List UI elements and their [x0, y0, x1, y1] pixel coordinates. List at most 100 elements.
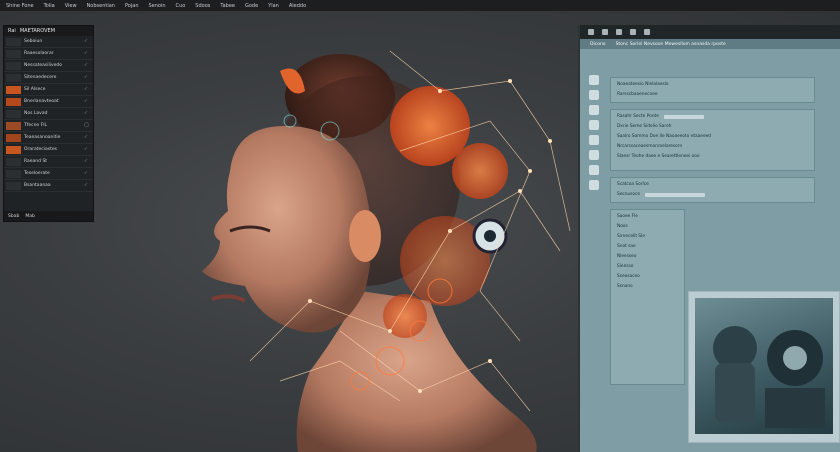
layer-name: Orarateciastes	[24, 147, 57, 152]
menu-item[interactable]: Senoin	[149, 3, 166, 9]
layer-name: Nessateasilivedo	[24, 63, 63, 68]
tab-dicono[interactable]: Dicono	[590, 42, 606, 47]
select-tool-icon[interactable]	[589, 90, 599, 100]
document-canvas[interactable]: Rai MAETAROVEM Seboiun ✓ Raaesolaorar ✓ Ne…	[0, 11, 840, 452]
visibility-icon[interactable]: ✓	[84, 51, 93, 56]
portrait-artwork	[202, 50, 571, 452]
layer-row[interactable]: Raaesolaorar ✓	[4, 48, 93, 60]
layer-row[interactable]: Seboiun ✓	[4, 36, 93, 48]
section-text: Saalro Sommo Doe Ile Naoaeeoto etaaeeed	[617, 134, 711, 139]
visibility-icon[interactable]: ✓	[84, 135, 93, 140]
menu-item[interactable]: Pojan	[125, 3, 139, 9]
layer-thumbnail	[6, 37, 21, 46]
menu-item[interactable]: Cuo	[176, 3, 186, 9]
layer-row[interactable]: Tfecne FIL ◯	[4, 120, 93, 132]
layer-name: Tfecne FIL	[24, 123, 48, 128]
settings-icon[interactable]	[630, 29, 636, 35]
move-tool-icon[interactable]	[589, 75, 599, 85]
layer-name: Teaeasanoanitie	[24, 135, 61, 140]
brush-tool-icon[interactable]	[589, 120, 599, 130]
layers-tab[interactable]: Rai	[8, 28, 16, 34]
close-icon[interactable]	[644, 29, 650, 35]
visibility-icon[interactable]: ✓	[84, 87, 93, 92]
layer-row[interactable]: Sil Alsece ✓	[4, 84, 93, 96]
visibility-icon[interactable]: ✓	[84, 147, 93, 152]
zoom-tool-icon[interactable]	[589, 180, 599, 190]
crop-tool-icon[interactable]	[589, 105, 599, 115]
menu-bar: Shine Fone Tolia View Nobsentian Pojan S…	[0, 0, 840, 11]
value-slider[interactable]	[663, 114, 704, 119]
section-text: Nrcarssaceaesmonroelaresorn	[617, 144, 683, 149]
layer-row[interactable]: Nessateasilivedo ✓	[4, 60, 93, 72]
visibility-icon[interactable]: ✓	[84, 171, 93, 176]
visibility-icon[interactable]: ✓	[84, 39, 93, 44]
menu-item[interactable]: Ylan	[268, 3, 279, 9]
properties-panel: Dicono Stonc Sorlei Nevsoon Mewesllom as…	[578, 25, 840, 452]
preview-thumbnail	[695, 298, 833, 434]
layer-thumbnail	[6, 109, 21, 118]
shape-tool-icon[interactable]	[589, 165, 599, 175]
layers-icon[interactable]	[602, 29, 608, 35]
section-text: Noos	[617, 224, 628, 229]
preview-graphic	[713, 326, 825, 428]
section-text: Rarsscbaaenecnee	[617, 92, 658, 97]
layer-row[interactable]: Sitenaedecere ✓	[4, 72, 93, 84]
layer-row[interactable]: Bnerlanavteoat ✓	[4, 96, 93, 108]
layer-row[interactable]: Teaeasanoanitie ✓	[4, 132, 93, 144]
layer-thumbnail	[6, 97, 21, 106]
visibility-icon[interactable]: ✓	[84, 111, 93, 116]
layer-thumbnail	[6, 157, 21, 166]
section-text: Snot sae	[617, 244, 636, 249]
layer-name: Nos Lavad	[24, 111, 48, 116]
layer-name: Sil Alsece	[24, 87, 46, 92]
brush-icon[interactable]	[616, 29, 622, 35]
section-list: Saoee Fle Noos Sirnecelit Sle Snot sae N…	[610, 209, 685, 385]
footer-button[interactable]: Mab	[25, 214, 35, 219]
panel-tabs: Dicono Stonc Sorlei Nevsoon Mewesllom as…	[580, 39, 840, 49]
panel-toolbar	[580, 25, 840, 39]
section-text: Sseosaceo	[617, 274, 640, 279]
text-tool-icon[interactable]	[589, 150, 599, 160]
value-slider[interactable]	[645, 192, 706, 197]
menu-item[interactable]: Aleddo	[289, 3, 306, 9]
layer-thumbnail	[6, 145, 21, 154]
layer-name: Raaesolaorar	[24, 51, 54, 56]
visibility-icon[interactable]: ✓	[84, 63, 93, 68]
menu-item[interactable]: Nobsentian	[87, 3, 115, 9]
section-adjustments: Rasahr Sectn Ponte Dxrie Seme Sidelio Sa…	[610, 109, 815, 171]
section-header: Noaeateesio Nlelalaeslo Rarsscbaaenecnee	[610, 77, 815, 103]
menu-item[interactable]: View	[65, 3, 77, 9]
layer-name: Seboiun	[24, 39, 43, 44]
grid-icon[interactable]	[588, 29, 594, 35]
menu-item[interactable]: Tabee	[220, 3, 235, 9]
layer-thumbnail	[6, 73, 21, 82]
visibility-icon[interactable]: ✓	[84, 75, 93, 80]
layer-name: Sitenaedecere	[24, 75, 57, 80]
menu-item[interactable]: Shine Fone	[6, 3, 34, 9]
layer-row[interactable]: Orarateciastes ✓	[4, 144, 93, 156]
visibility-icon[interactable]: ◯	[84, 123, 93, 128]
visibility-icon[interactable]: ✓	[84, 99, 93, 104]
menu-item[interactable]: Gode	[245, 3, 258, 9]
layers-panel-footer: Sbab Mab	[4, 211, 93, 221]
layer-row[interactable]: Raeand St ✓	[4, 156, 93, 168]
section-text: Dxrie Seme Sidelio Sareh	[617, 124, 672, 129]
layer-row[interactable]: Bsantaanaa ✓	[4, 180, 93, 192]
section-text: Noaeateesio Nlelalaeslo	[617, 82, 669, 87]
eraser-tool-icon[interactable]	[589, 135, 599, 145]
layer-thumbnail	[6, 121, 21, 130]
visibility-icon[interactable]: ✓	[84, 183, 93, 188]
layer-name: Bsantaanaa	[24, 183, 51, 188]
layer-thumbnail	[6, 61, 21, 70]
layer-thumbnail	[6, 169, 21, 178]
layer-thumbnail	[6, 85, 21, 94]
layer-row[interactable]: Teseloerate ✓	[4, 168, 93, 180]
menu-item[interactable]: Tolia	[44, 3, 55, 9]
visibility-icon[interactable]: ✓	[84, 159, 93, 164]
layer-row[interactable]: Nos Lavad ✓	[4, 108, 93, 120]
tab-properties[interactable]: Stonc Sorlei Nevsoon Mewesllom asnasda r…	[616, 42, 726, 47]
section-text: Secnusoce	[617, 192, 641, 197]
menu-item[interactable]: Sdoos	[195, 3, 210, 9]
footer-button[interactable]: Sbab	[8, 214, 19, 219]
section-text: Siensso	[617, 264, 634, 269]
